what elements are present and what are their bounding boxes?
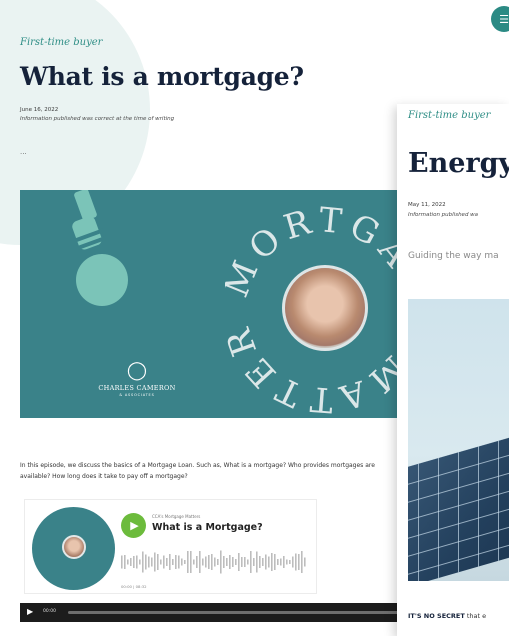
podcast-artwork: MORTGAGE MATTERS ◯ CHARLES CAMERON & ASS… bbox=[20, 190, 415, 418]
waveform-bar bbox=[139, 559, 141, 565]
article-card-energy: First-time buyer Energy May 11, 2022 Inf… bbox=[397, 104, 509, 636]
waveform-bar bbox=[223, 556, 225, 568]
logo-rings-icon: ◯ bbox=[126, 360, 148, 381]
waveform-bar bbox=[205, 556, 207, 568]
waveform-bar bbox=[253, 558, 255, 566]
audio-play-button[interactable]: ▶ bbox=[27, 607, 33, 616]
waveform-bar bbox=[151, 557, 153, 567]
waveform-bar bbox=[220, 550, 222, 574]
waveform-bar bbox=[181, 558, 183, 566]
waveform-bar bbox=[274, 554, 276, 570]
page-title: Energy bbox=[408, 148, 509, 179]
waveform-bar bbox=[142, 551, 144, 573]
publish-date: June 16, 2022 bbox=[20, 107, 59, 113]
page-title: What is a mortgage? bbox=[20, 62, 304, 91]
waveform-bar bbox=[268, 556, 270, 568]
waveform-bar bbox=[280, 558, 282, 566]
waveform-bar bbox=[259, 556, 261, 568]
hero-image-solar-panels bbox=[408, 299, 509, 581]
waveform-bar bbox=[235, 559, 237, 565]
waveform-bar bbox=[214, 557, 216, 567]
waveform-bar bbox=[304, 557, 306, 567]
waveform-bar bbox=[184, 560, 186, 564]
waveform-bar bbox=[277, 559, 279, 565]
waveform-bar bbox=[238, 553, 240, 571]
brand-logo: ◯ CHARLES CAMERON & ASSOCIATES bbox=[92, 360, 182, 398]
waveform-bar bbox=[202, 558, 204, 566]
category-label[interactable]: First-time buyer bbox=[408, 110, 490, 121]
waveform-bar bbox=[256, 551, 258, 573]
episode-description: In this episode, we discuss the basics o… bbox=[20, 462, 375, 480]
waveform-bar bbox=[166, 558, 168, 566]
waveform-bar bbox=[292, 556, 294, 568]
menu-icon: ☰ bbox=[499, 12, 509, 26]
waveform-bar bbox=[265, 554, 267, 570]
waveform-bar bbox=[163, 555, 165, 569]
play-button[interactable]: ▶ bbox=[121, 513, 146, 538]
waveform-bar bbox=[298, 554, 300, 570]
audio-time: 00:00 bbox=[43, 609, 56, 614]
waveform-bar bbox=[145, 554, 147, 570]
waveform-bar bbox=[271, 553, 273, 571]
waveform-bar bbox=[262, 558, 264, 566]
waveform-bar bbox=[250, 551, 252, 573]
waveform-bar bbox=[229, 555, 231, 569]
excerpt-ellipsis: ... bbox=[20, 148, 27, 156]
waveform-bar bbox=[121, 555, 123, 569]
episode-title[interactable]: What is a Mortgage? bbox=[152, 522, 263, 533]
waveform-bar bbox=[283, 556, 285, 568]
microphone-icon bbox=[72, 190, 128, 306]
audio-player: ▶ 00:00 bbox=[20, 603, 410, 622]
waveform-bar bbox=[130, 558, 132, 566]
waveform-bar bbox=[190, 551, 192, 573]
waveform-bar bbox=[172, 559, 174, 565]
publish-note: Information published was correct at the… bbox=[20, 116, 175, 122]
menu-button[interactable]: ☰ bbox=[491, 6, 509, 32]
waveform[interactable] bbox=[121, 546, 311, 578]
waveform-bar bbox=[199, 551, 201, 573]
waveform-bar bbox=[217, 559, 219, 565]
player-cover-art bbox=[32, 507, 115, 590]
waveform-bar bbox=[133, 556, 135, 568]
play-icon: ▶ bbox=[130, 519, 139, 532]
publish-note: Information published wa bbox=[408, 212, 479, 218]
waveform-bar bbox=[148, 556, 150, 568]
waveform-bar bbox=[160, 559, 162, 565]
waveform-bar bbox=[193, 559, 195, 565]
waveform-bar bbox=[226, 558, 228, 566]
waveform-bar bbox=[241, 557, 243, 567]
waveform-bar bbox=[187, 551, 189, 573]
waveform-bar bbox=[301, 551, 303, 573]
podcast-player: ▶ CCA's Mortgage Matters What is a Mortg… bbox=[24, 499, 317, 594]
waveform-bar bbox=[286, 559, 288, 565]
waveform-bar bbox=[247, 559, 249, 565]
waveform-bar bbox=[169, 554, 171, 570]
waveform-bar bbox=[136, 555, 138, 569]
waveform-bar bbox=[178, 555, 180, 569]
show-name: CCA's Mortgage Matters bbox=[152, 514, 201, 519]
category-label[interactable]: First-time buyer bbox=[20, 37, 102, 48]
waveform-bar bbox=[244, 557, 246, 567]
host-avatar bbox=[282, 265, 368, 351]
lead-paragraph: Guiding the way ma bbox=[408, 251, 499, 261]
player-time: 00:00 | 08:32 bbox=[121, 584, 147, 589]
body-text: IT'S NO SECRET that e bbox=[408, 612, 487, 620]
waveform-bar bbox=[175, 555, 177, 569]
audio-seek-bar[interactable] bbox=[68, 611, 403, 614]
waveform-bar bbox=[127, 559, 129, 565]
waveform-bar bbox=[157, 554, 159, 570]
waveform-bar bbox=[208, 555, 210, 569]
waveform-bar bbox=[211, 554, 213, 570]
waveform-bar bbox=[196, 556, 198, 568]
avatar bbox=[62, 535, 86, 559]
waveform-bar bbox=[124, 555, 126, 569]
waveform-bar bbox=[232, 557, 234, 567]
waveform-bar bbox=[295, 553, 297, 571]
waveform-bar bbox=[289, 560, 291, 564]
publish-date: May 11, 2022 bbox=[408, 202, 446, 208]
waveform-bar bbox=[154, 552, 156, 572]
